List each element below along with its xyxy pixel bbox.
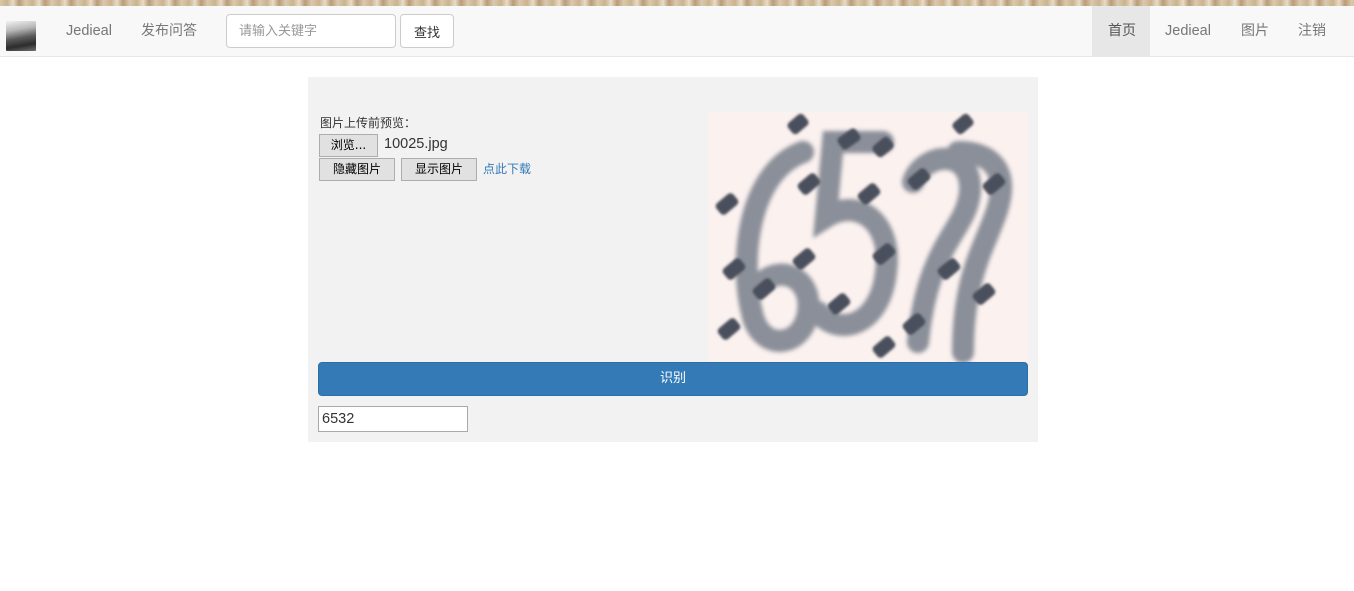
preview-label: 图片上传前预览：: [320, 116, 417, 130]
hide-image-button[interactable]: 隐藏图片: [319, 158, 395, 181]
download-link[interactable]: 点此下载: [483, 160, 531, 177]
show-image-button[interactable]: 显示图片: [401, 158, 477, 181]
brand-logo[interactable]: [6, 21, 36, 51]
captcha-image: [708, 112, 1028, 362]
search-button[interactable]: 查找: [400, 14, 454, 48]
nav-link-publish-qa[interactable]: 发布问答: [141, 6, 197, 57]
nav-link-home[interactable]: 首页: [1108, 6, 1136, 57]
nav-link-images[interactable]: 图片: [1241, 6, 1269, 57]
nav-link-jedieal-right[interactable]: Jedieal: [1165, 6, 1211, 57]
nav-link-logout[interactable]: 注销: [1298, 6, 1326, 57]
captcha-graphic: [715, 113, 1013, 362]
nav-link-jedieal[interactable]: Jedieal: [66, 6, 112, 57]
search-input[interactable]: [226, 14, 396, 48]
result-field[interactable]: [318, 406, 468, 432]
browse-button[interactable]: 浏览...: [319, 134, 378, 157]
recognize-button[interactable]: 识别: [318, 362, 1028, 396]
navbar: [0, 6, 1354, 57]
selected-file-name: 10025.jpg: [384, 136, 448, 152]
